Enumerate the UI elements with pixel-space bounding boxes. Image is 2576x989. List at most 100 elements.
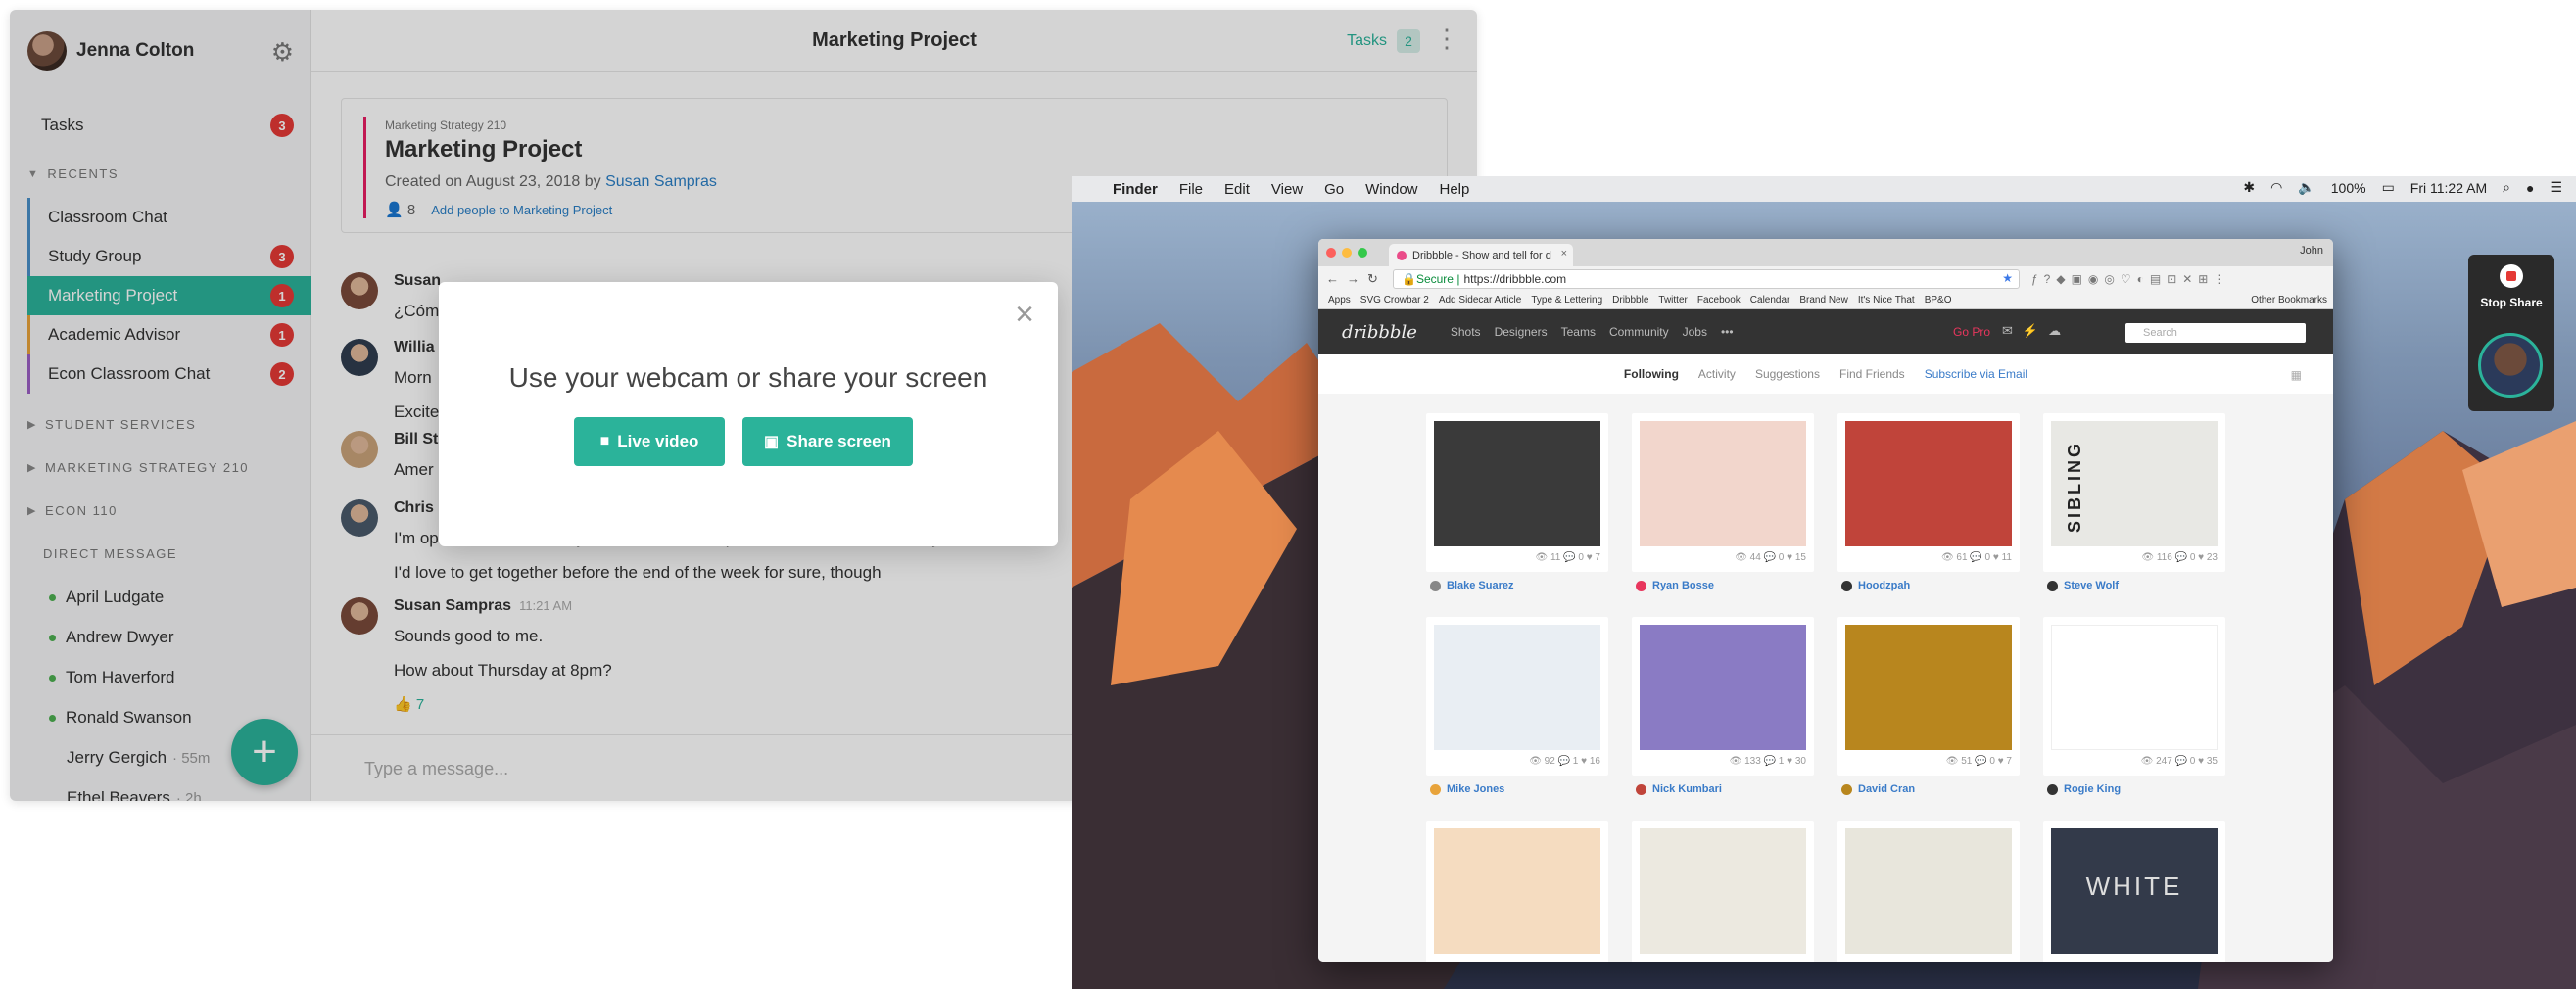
shot-card[interactable]: 👁 44 💬 0 ♥ 15 [1632, 413, 1814, 572]
shot-thumbnail[interactable] [1640, 828, 1806, 954]
shot-card[interactable]: 👁 61 💬 0 ♥ 11 [1837, 413, 2020, 572]
siri-icon[interactable]: ● [2526, 180, 2534, 196]
shot-thumbnail[interactable]: WHITE [2051, 828, 2218, 954]
clock[interactable]: Fri 11:22 AM [2410, 180, 2487, 196]
shot-card[interactable]: 👁 133 💬 1 ♥ 30 [1632, 617, 1814, 776]
menu-go[interactable]: Go [1324, 181, 1344, 198]
shot-card[interactable]: 👁 247 💬 0 ♥ 35 [2043, 617, 2225, 776]
share-modal: × Use your webcam or share your screen ■… [439, 282, 1058, 546]
shot-card[interactable]: 👁 11 💬 0 ♥ 7 [1426, 413, 1608, 572]
shot-thumbnail[interactable] [1434, 625, 1600, 750]
browser-profile[interactable]: John [2300, 245, 2323, 257]
shot-thumbnail[interactable] [1640, 625, 1806, 750]
battery-percent[interactable]: 100% [2331, 180, 2366, 196]
browser-tab[interactable]: Dribbble - Show and tell for d × [1389, 244, 1573, 266]
nav-icons[interactable]: ✉⚡☁ [2002, 323, 2071, 339]
nav-jobs[interactable]: Jobs [1683, 325, 1707, 339]
menu-finder[interactable]: Finder [1113, 181, 1158, 198]
shot-thumbnail[interactable] [1845, 625, 2012, 750]
address-bar[interactable]: 🔒 Secure | https://dribbble.com ★ [1393, 269, 2020, 289]
go-pro-link[interactable]: Go Pro [1953, 325, 1990, 339]
shot-player[interactable]: Steve Wolf [2047, 580, 2119, 591]
shot-thumbnail[interactable] [1845, 828, 2012, 954]
wifi-icon[interactable]: ◠ [2270, 179, 2282, 196]
player-avatar [1430, 580, 1441, 591]
minimize-window-button[interactable] [1342, 248, 1352, 258]
subnav-suggestions[interactable]: Suggestions [1755, 367, 1820, 381]
share-screen-button[interactable]: ▣ Share screen [742, 417, 913, 466]
other-bookmarks[interactable]: Other Bookmarks [2251, 295, 2327, 306]
subnav-activity[interactable]: Activity [1698, 367, 1736, 381]
bookmark-item[interactable]: Add Sidecar Article [1439, 295, 1522, 306]
shot-player[interactable]: Ryan Bosse [1636, 580, 1714, 591]
bookmark-item[interactable]: BP&O [1925, 295, 1952, 306]
shot-thumbnail[interactable] [1845, 421, 2012, 546]
shot-stats: 👁 51 💬 0 ♥ 7 [1945, 756, 2012, 767]
back-forward-reload-icons[interactable]: ←→↻ [1326, 271, 1386, 287]
menu-window[interactable]: Window [1365, 181, 1417, 198]
tab-close-icon[interactable]: × [1561, 248, 1567, 259]
shot-card[interactable]: SIBLING 👁 116 💬 0 ♥ 23 [2043, 413, 2225, 572]
extension-icons[interactable]: ƒ?◆▣◉◎♡◐▤⊡✕⊞⋮ [2031, 272, 2231, 286]
close-icon[interactable]: × [1015, 296, 1034, 334]
shot-thumbnail[interactable] [1434, 421, 1600, 546]
menu-edit[interactable]: Edit [1224, 181, 1250, 198]
shot-player[interactable]: Blake Suarez [1430, 580, 1513, 591]
live-video-button[interactable]: ■ Live video [574, 417, 725, 466]
menu-help[interactable]: Help [1440, 181, 1470, 198]
shot-player[interactable]: Mike Jones [1430, 783, 1504, 795]
close-window-button[interactable] [1326, 248, 1336, 258]
shot-player[interactable]: David Cran [1841, 783, 1915, 795]
shot-card[interactable] [1837, 821, 2020, 962]
player-avatar [1430, 783, 1441, 795]
shot-player[interactable]: Rogie King [2047, 783, 2121, 795]
bookmark-item[interactable]: Twitter [1658, 295, 1687, 306]
subnav-find-friends[interactable]: Find Friends [1839, 367, 1905, 381]
bookmark-item[interactable]: Calendar [1750, 295, 1790, 306]
webcam-preview [2478, 333, 2543, 398]
star-icon[interactable]: ★ [2002, 271, 2013, 285]
nav-more[interactable]: ••• [1721, 325, 1734, 339]
url-text: https://dribbble.com [1463, 272, 1567, 286]
zoom-window-button[interactable] [1358, 248, 1367, 258]
bookmark-item[interactable]: Dribbble [1612, 295, 1648, 306]
menu-file[interactable]: File [1179, 181, 1203, 198]
stop-share-button[interactable] [2500, 264, 2523, 288]
shot-card[interactable] [1632, 821, 1814, 962]
bookmark-item[interactable]: It's Nice That [1858, 295, 1915, 306]
nav-teams[interactable]: Teams [1561, 325, 1596, 339]
shot-card[interactable]: WHITE [2043, 821, 2225, 962]
player-name: Mike Jones [1447, 783, 1505, 795]
shot-thumbnail[interactable] [1434, 828, 1600, 954]
nav-designers[interactable]: Designers [1495, 325, 1548, 339]
bookmark-item[interactable]: Apps [1328, 295, 1351, 306]
bookmark-item[interactable]: Facebook [1697, 295, 1741, 306]
shot-thumbnail[interactable] [1640, 421, 1806, 546]
subnav-subscribe[interactable]: Subscribe via Email [1925, 367, 2027, 381]
bookmark-item[interactable]: Brand New [1799, 295, 1847, 306]
shot-card[interactable]: 👁 51 💬 0 ♥ 7 [1837, 617, 2020, 776]
notification-center-icon[interactable]: ☰ [2550, 179, 2562, 196]
shot-player[interactable]: Hoodzpah [1841, 580, 1910, 591]
shot-player[interactable]: Nick Kumbari [1636, 783, 1722, 795]
bluetooth-icon[interactable]: ✱ [2243, 179, 2255, 196]
bookmark-item[interactable]: SVG Crowbar 2 [1360, 295, 1429, 306]
shot-card[interactable]: 👁 92 💬 1 ♥ 16 [1426, 617, 1608, 776]
player-name: Ryan Bosse [1652, 580, 1714, 591]
dribbble-logo[interactable]: dribbble [1342, 322, 1417, 343]
grid-view-icon[interactable]: ▦ [2291, 368, 2302, 382]
spotlight-icon[interactable]: ⌕ [2503, 179, 2510, 196]
shot-thumbnail[interactable]: SIBLING [2051, 421, 2218, 546]
menu-view[interactable]: View [1271, 181, 1303, 198]
shot-card[interactable] [1426, 821, 1608, 962]
nav-community[interactable]: Community [1609, 325, 1669, 339]
bookmark-item[interactable]: Type & Lettering [1531, 295, 1602, 306]
volume-icon[interactable]: 🔈 [2298, 179, 2314, 196]
screenshot-stage: Jenna Colton ⚙ Tasks 3 ▼ RECENTS Classro… [0, 0, 2576, 989]
nav-shots[interactable]: Shots [1451, 325, 1481, 339]
subnav-following[interactable]: Following [1624, 367, 1679, 381]
stop-share-label: Stop Share [2480, 296, 2543, 309]
dribbble-search[interactable]: Search [2125, 323, 2306, 343]
shot-thumbnail[interactable] [2051, 625, 2218, 750]
shots-grid: 👁 11 💬 0 ♥ 7 Blake Suarez 👁 44 💬 0 ♥ 15 Rya… [1318, 394, 2333, 962]
